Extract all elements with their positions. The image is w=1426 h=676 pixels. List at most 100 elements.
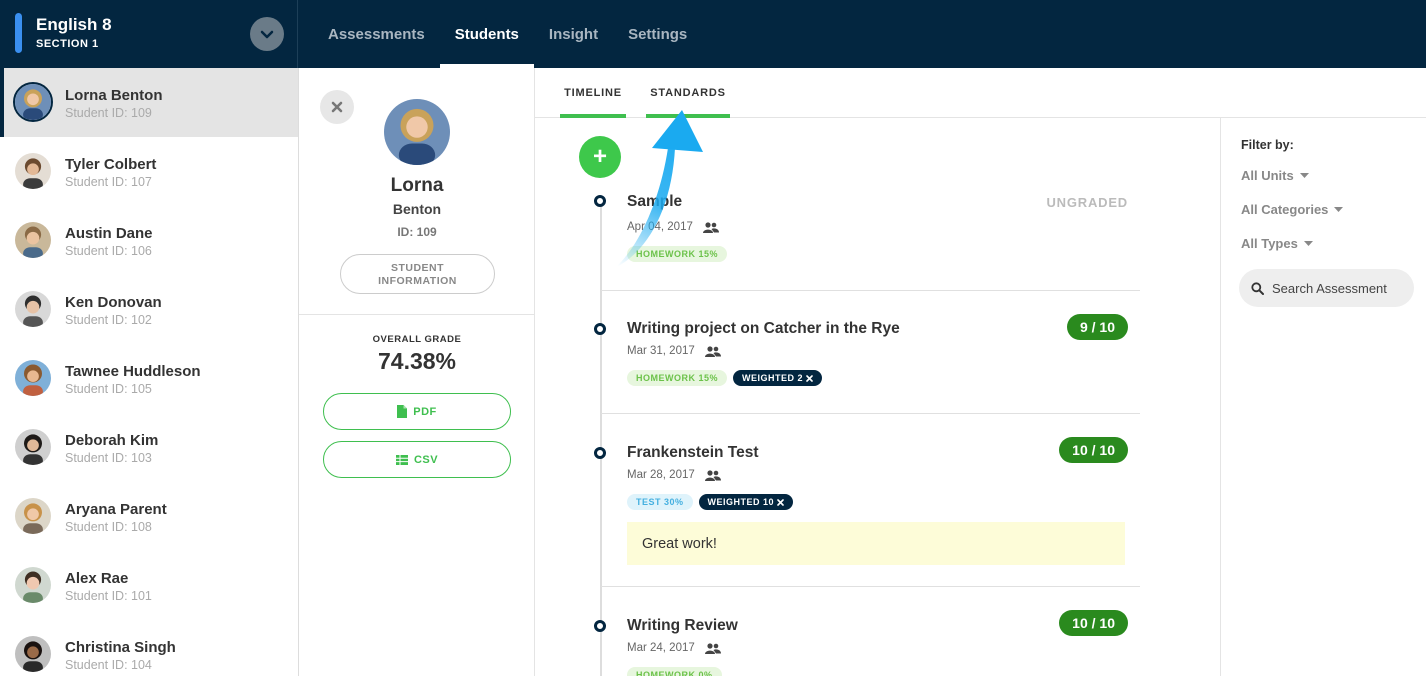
filter-panel: Filter by: All Units All Categories All … <box>1220 118 1426 676</box>
avatar-icon <box>15 567 51 603</box>
search-placeholder: Search Assessment <box>1272 280 1387 296</box>
weighted-tag[interactable]: WEIGHTED 10 <box>698 494 794 510</box>
nav-students[interactable]: Students <box>439 0 535 68</box>
student-avatar <box>15 360 51 396</box>
date-text: Mar 28, 2017 <box>627 469 695 481</box>
overall-grade-value: 74.38% <box>377 348 456 374</box>
caret-down-icon <box>1303 241 1313 246</box>
categories-filter-dropdown[interactable]: All Categories <box>1241 202 1344 217</box>
student-item[interactable]: Ken Donovan Student ID: 102 <box>0 275 298 344</box>
assessment-date: Mar 31, 2017 <box>627 345 721 357</box>
course-dropdown-button[interactable] <box>250 17 284 51</box>
tab-standards[interactable]: STANDARDS <box>646 68 730 118</box>
pdf-label: PDF <box>413 405 437 418</box>
search-icon <box>1251 281 1264 295</box>
weighted-tag-label: WEIGHTED 10 <box>707 497 775 507</box>
student-avatar <box>15 153 51 189</box>
nav-settings[interactable]: Settings <box>613 0 702 68</box>
assessment-timeline: + Sample UNGRADED Apr 04, 2017 HOMEWORK … <box>535 118 1220 676</box>
nav-insight[interactable]: Insight <box>534 0 613 68</box>
units-filter-dropdown[interactable]: All Units <box>1241 168 1309 183</box>
units-filter-label: All Units <box>1241 168 1294 183</box>
course-color-bar <box>15 13 22 53</box>
table-icon <box>395 454 408 465</box>
student-name: Tawnee Huddleson <box>65 363 201 380</box>
assessment-title: Writing Review <box>627 617 738 634</box>
timeline-entry[interactable]: Frankenstein Test 10 / 10 Mar 28, 2017 T… <box>594 437 1140 587</box>
tab-timeline[interactable]: TIMELINE <box>560 68 626 118</box>
student-name: Lorna Benton <box>65 87 163 104</box>
assessment-date: Mar 24, 2017 <box>627 642 721 654</box>
assessment-tags: HOMEWORK 15% <box>627 246 728 262</box>
date-text: Mar 24, 2017 <box>627 642 695 654</box>
student-item[interactable]: Tawnee Huddleson Student ID: 105 <box>0 344 298 413</box>
caret-down-icon <box>1334 207 1344 212</box>
student-item[interactable]: Deborah Kim Student ID: 103 <box>0 413 298 482</box>
student-name: Tyler Colbert <box>65 156 157 173</box>
close-icon <box>777 498 784 506</box>
student-item[interactable]: Lorna Benton Student ID: 109 <box>0 68 298 137</box>
close-icon <box>806 374 813 382</box>
student-id: Student ID: 109 <box>65 106 152 120</box>
avatar-icon <box>15 84 51 120</box>
student-information-button[interactable]: STUDENT INFORMATION <box>340 254 495 294</box>
course-title: English 8 <box>36 15 112 34</box>
assessment-tags: HOMEWORK 0% <box>627 667 722 676</box>
student-item[interactable]: Alex Rae Student ID: 101 <box>0 551 298 620</box>
filter-label: Filter by: <box>1241 138 1294 152</box>
avatar-icon <box>384 99 450 165</box>
add-assessment-button[interactable]: + <box>579 136 621 178</box>
assessment-date: Mar 28, 2017 <box>627 469 721 481</box>
info-button-line1: STUDENT <box>390 262 445 274</box>
group-icon <box>702 221 719 233</box>
search-assessment-input[interactable]: Search Assessment <box>1239 269 1414 307</box>
date-text: Mar 31, 2017 <box>627 345 695 357</box>
close-profile-button[interactable] <box>320 90 354 124</box>
overall-grade-label: OVERALL GRADE <box>372 334 462 345</box>
avatar-icon <box>15 291 51 327</box>
nav-assessments[interactable]: Assessments <box>298 0 440 68</box>
timeline-entry[interactable]: Writing project on Catcher in the Rye 9 … <box>594 313 1140 413</box>
profile-student-id: ID: 109 <box>397 225 437 239</box>
document-icon <box>397 405 408 418</box>
student-id: Student ID: 105 <box>65 382 152 396</box>
course-section: SECTION 1 <box>36 38 99 50</box>
entry-divider <box>601 586 1140 587</box>
export-pdf-button[interactable]: PDF <box>323 393 511 430</box>
avatar-icon <box>15 498 51 534</box>
assessment-tags: HOMEWORK 15% WEIGHTED 2 <box>627 370 823 386</box>
student-name: Ken Donovan <box>65 294 162 311</box>
student-id: Student ID: 108 <box>65 520 152 534</box>
csv-label: CSV <box>413 453 439 466</box>
date-text: Apr 04, 2017 <box>627 221 693 233</box>
timeline-dot <box>594 447 606 459</box>
student-item[interactable]: Christina Singh Student ID: 104 <box>0 620 298 676</box>
course-selector[interactable]: English 8 SECTION 1 <box>0 0 298 68</box>
student-name: Alex Rae <box>65 570 129 587</box>
weighted-tag[interactable]: WEIGHTED 2 <box>733 370 823 386</box>
timeline-entry[interactable]: Sample UNGRADED Apr 04, 2017 HOMEWORK 15… <box>594 184 1140 290</box>
category-tag: HOMEWORK 15% <box>627 370 728 386</box>
export-csv-button[interactable]: CSV <box>323 441 511 478</box>
types-filter-dropdown[interactable]: All Types <box>1241 236 1313 251</box>
avatar-icon <box>15 222 51 258</box>
student-item[interactable]: Tyler Colbert Student ID: 107 <box>0 137 298 206</box>
student-item[interactable]: Austin Dane Student ID: 106 <box>0 206 298 275</box>
category-tag: HOMEWORK 15% <box>627 246 728 262</box>
chevron-down-icon <box>260 30 274 39</box>
student-name: Aryana Parent <box>65 501 167 518</box>
category-tag: HOMEWORK 0% <box>627 667 722 676</box>
timeline-dot <box>594 323 606 335</box>
timeline-entry[interactable]: Writing Review 10 / 10 Mar 24, 2017 HOME… <box>594 610 1140 676</box>
student-avatar <box>15 567 51 603</box>
student-name: Austin Dane <box>65 225 153 242</box>
student-profile-panel: Lorna Benton ID: 109 STUDENT INFORMATION… <box>299 68 535 676</box>
student-item[interactable]: Aryana Parent Student ID: 108 <box>0 482 298 551</box>
ungraded-status: UNGRADED <box>1046 195 1128 210</box>
score-badge: 10 / 10 <box>1059 610 1128 636</box>
avatar-icon <box>15 429 51 465</box>
student-list: Lorna Benton Student ID: 109 Tyler Colbe… <box>0 68 299 676</box>
student-avatar <box>13 82 53 122</box>
profile-divider <box>299 314 535 315</box>
teacher-comment: Great work! <box>627 522 1125 565</box>
